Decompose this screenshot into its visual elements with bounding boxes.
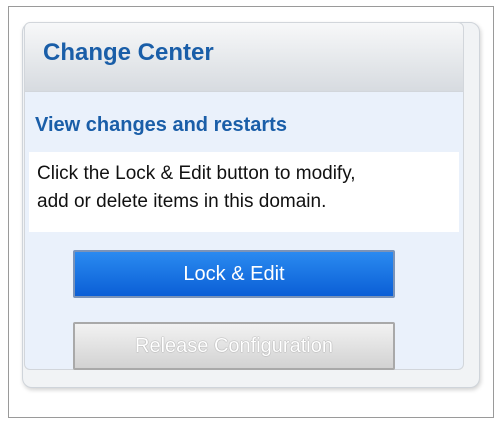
panel-title: Change Center bbox=[43, 39, 214, 66]
lock-instructions-line-1: Click the Lock & Edit button to modify, bbox=[37, 163, 356, 184]
release-configuration-button: Release Configuration bbox=[73, 322, 395, 370]
lock-instructions: Click the Lock & Edit button to modify, … bbox=[29, 152, 459, 232]
view-changes-link[interactable]: View changes and restarts bbox=[35, 114, 287, 137]
lock-edit-button[interactable]: Lock & Edit bbox=[73, 250, 395, 298]
panel-header: Change Center bbox=[24, 22, 464, 92]
panel-body: View changes and restarts Click the Lock… bbox=[24, 92, 464, 370]
lock-instructions-line-2: add or delete items in this domain. bbox=[37, 191, 327, 212]
